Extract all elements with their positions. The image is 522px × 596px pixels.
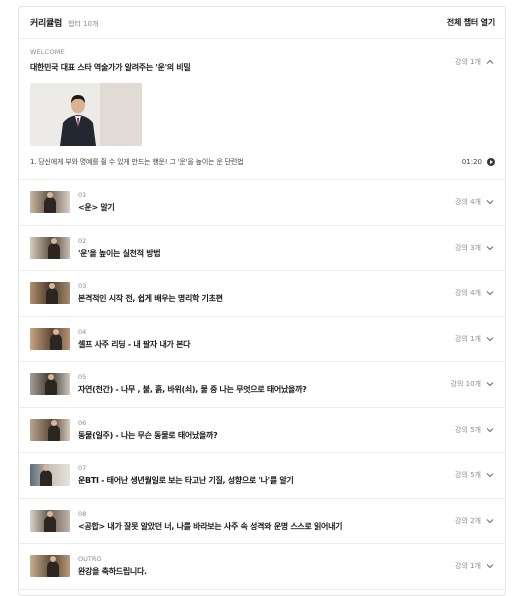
- chapter-number: 07: [78, 464, 87, 473]
- chapter-title: 셀프 사주 리딩 - 내 팔자 내가 본다: [78, 339, 191, 349]
- lecture-count: 강의 1개: [455, 334, 481, 343]
- chapter-number: 02: [78, 236, 87, 245]
- lesson-right: 01:20: [462, 158, 495, 166]
- welcome-title: 대한민국 대표 스타 역술가가 알려주는 '운'의 비밀: [30, 63, 191, 72]
- chevron-down-icon: [486, 200, 494, 205]
- chapter-text: OUTRO 완강을 축하드립니다.: [78, 555, 455, 577]
- chapter-thumbnail: [30, 555, 70, 578]
- chapter-thumbnail: [30, 191, 70, 214]
- chevron-up-icon: [486, 59, 494, 64]
- curriculum-title: 커리큘럼: [30, 19, 62, 29]
- chapter-text: 03 본격적인 시작 전, 쉽게 배우는 명리학 기초편: [78, 282, 455, 304]
- chapter-number: 05: [78, 373, 87, 382]
- chapter-text: 06 동물(일주) - 나는 무슨 동물로 태어났을까?: [78, 419, 455, 441]
- chapter-thumbnail: [30, 373, 70, 396]
- chapter-text: 02 '운'을 높이는 실천적 방법: [78, 237, 455, 259]
- lecture-count: 강의 4개: [455, 198, 481, 207]
- lecture-count: 강의 1개: [455, 562, 481, 571]
- chapter-thumbnail: [30, 282, 70, 305]
- chapter-title: 자연(천간) - 나무 , 불, 흙, 바위(쇠), 물 중 나는 무엇으로 태…: [78, 385, 307, 395]
- lecture-count: 강의 10개: [450, 380, 481, 389]
- lecture-count: 강의 4개: [455, 289, 481, 298]
- lecture-count: 강의 3개: [455, 243, 481, 252]
- chapter-title: 본격적인 시작 전, 쉽게 배우는 명리학 기초편: [78, 294, 223, 304]
- chapter-row[interactable]: 06 동물(일주) - 나는 무슨 동물로 태어났을까? 강의 5개: [19, 408, 505, 453]
- chapter-thumbnail: [30, 327, 70, 350]
- chapter-text: 01 <운> 알기: [78, 191, 455, 213]
- welcome-lesson[interactable]: 1. 당신에게 부와 명예를 쥘 수 있게 만드는 행운! 그 '운'을 높이는…: [30, 157, 495, 167]
- chapter-title: '운'을 높이는 실천적 방법: [78, 248, 161, 258]
- chapter-row[interactable]: 04 셀프 사주 리딩 - 내 팔자 내가 본다 강의 1개: [19, 317, 505, 362]
- chapter-toggle[interactable]: 강의 5개: [455, 425, 495, 435]
- lesson-title: 1. 당신에게 부와 명예를 쥘 수 있게 만드는 행운! 그 '운'을 높이는…: [30, 158, 244, 166]
- open-all-chapters-button[interactable]: 전체 챕터 열기: [447, 17, 495, 28]
- chapter-toggle[interactable]: 강의 2개: [455, 516, 495, 526]
- chapter-title: 운BTI - 태어난 생년월일로 보는 타고난 기질, 성향으로 '나'를 알기: [78, 476, 294, 486]
- chapter-title: 동물(일주) - 나는 무슨 동물로 태어났을까?: [78, 430, 218, 440]
- chapter-toggle[interactable]: 강의 3개: [455, 243, 495, 253]
- chapter-text: 05 자연(천간) - 나무 , 불, 흙, 바위(쇠), 물 중 나는 무엇으…: [78, 373, 451, 395]
- chapter-number: 04: [78, 327, 87, 336]
- lecture-count: 강의 5개: [455, 471, 481, 480]
- chapter-number: 01: [78, 191, 87, 200]
- chapter-toggle[interactable]: 강의 1개: [455, 334, 495, 344]
- chevron-down-icon: [486, 291, 494, 296]
- chevron-down-icon: [486, 473, 494, 478]
- chapter-row[interactable]: 01 <운> 알기 강의 4개: [19, 180, 505, 226]
- chevron-down-icon: [486, 382, 494, 387]
- lesson-duration: 01:20: [461, 158, 482, 166]
- chapter-row[interactable]: 02 '운'을 높이는 실천적 방법 강의 3개: [19, 226, 505, 271]
- chapter-number: OUTRO: [78, 555, 102, 564]
- chapter-row[interactable]: 03 본격적인 시작 전, 쉽게 배우는 명리학 기초편 강의 4개: [19, 271, 505, 317]
- chapter-text: 07 운BTI - 태어난 생년월일로 보는 타고난 기질, 성향으로 '나'를…: [78, 464, 455, 486]
- chapter-text: 04 셀프 사주 리딩 - 내 팔자 내가 본다: [78, 328, 455, 350]
- section-tag: WELCOME: [30, 48, 65, 56]
- chapter-thumbnail: [30, 464, 70, 487]
- chapter-title: 완강을 축하드립니다.: [78, 567, 147, 577]
- chapter-toggle[interactable]: 강의 1개: [455, 561, 495, 571]
- welcome-section[interactable]: WELCOME 대한민국 대표 스타 역술가가 알려주는 '운'의 비밀 강의 …: [19, 39, 505, 180]
- chapter-number: 03: [78, 282, 87, 291]
- welcome-thumbnail[interactable]: [30, 83, 142, 146]
- chapter-text: 08 <공합> 내가 잘못 알았던 너, 나를 바라보는 사주 속 성격와 운명…: [78, 510, 455, 532]
- chapter-toggle[interactable]: 강의 10개: [451, 379, 495, 389]
- chapter-thumbnail: [30, 418, 70, 441]
- curriculum-header: 커리큘럼 챕터 10개 전체 챕터 열기: [19, 7, 505, 39]
- chapter-row[interactable]: 08 <공합> 내가 잘못 알았던 너, 나를 바라보는 사주 속 성격와 운명…: [19, 499, 505, 544]
- curriculum-panel: 커리큘럼 챕터 10개 전체 챕터 열기 WELCOME 대한민국 대표 스타 …: [18, 6, 506, 596]
- chevron-down-icon: [486, 518, 494, 523]
- chevron-down-icon: [486, 336, 494, 341]
- chapter-toggle[interactable]: 강의 4개: [455, 288, 495, 298]
- lecture-count: 강의 5개: [455, 425, 481, 434]
- chapter-toggle[interactable]: 강의 4개: [455, 197, 495, 207]
- chapter-number: 06: [78, 418, 87, 427]
- chapter-thumbnail: [30, 509, 70, 532]
- instructor-image: [30, 83, 142, 146]
- chapter-title: <운> 알기: [78, 203, 115, 213]
- chevron-down-icon: [486, 427, 494, 432]
- chapter-thumbnail: [30, 236, 70, 259]
- chapter-number: 08: [78, 509, 87, 518]
- lecture-count: 강의 2개: [455, 516, 481, 525]
- chapter-row[interactable]: OUTRO 완강을 축하드립니다. 강의 1개: [19, 544, 505, 590]
- chapter-row[interactable]: 05 자연(천간) - 나무 , 불, 흙, 바위(쇠), 물 중 나는 무엇으…: [19, 362, 505, 408]
- welcome-toggle[interactable]: 강의 1개: [455, 57, 495, 67]
- lecture-count: 강의 1개: [455, 58, 481, 66]
- play-icon[interactable]: [487, 158, 495, 166]
- chapter-count: 챕터 10개: [67, 20, 99, 28]
- chevron-down-icon: [486, 564, 494, 569]
- chapter-row[interactable]: 07 운BTI - 태어난 생년월일로 보는 타고난 기질, 성향으로 '나'를…: [19, 453, 505, 499]
- chapter-title: <공합> 내가 잘못 알았던 너, 나를 바라보는 사주 속 성격와 운명 스스…: [78, 521, 343, 531]
- chevron-down-icon: [486, 245, 494, 250]
- chapter-toggle[interactable]: 강의 5개: [455, 470, 495, 480]
- header-left: 커리큘럼 챕터 10개: [30, 16, 98, 29]
